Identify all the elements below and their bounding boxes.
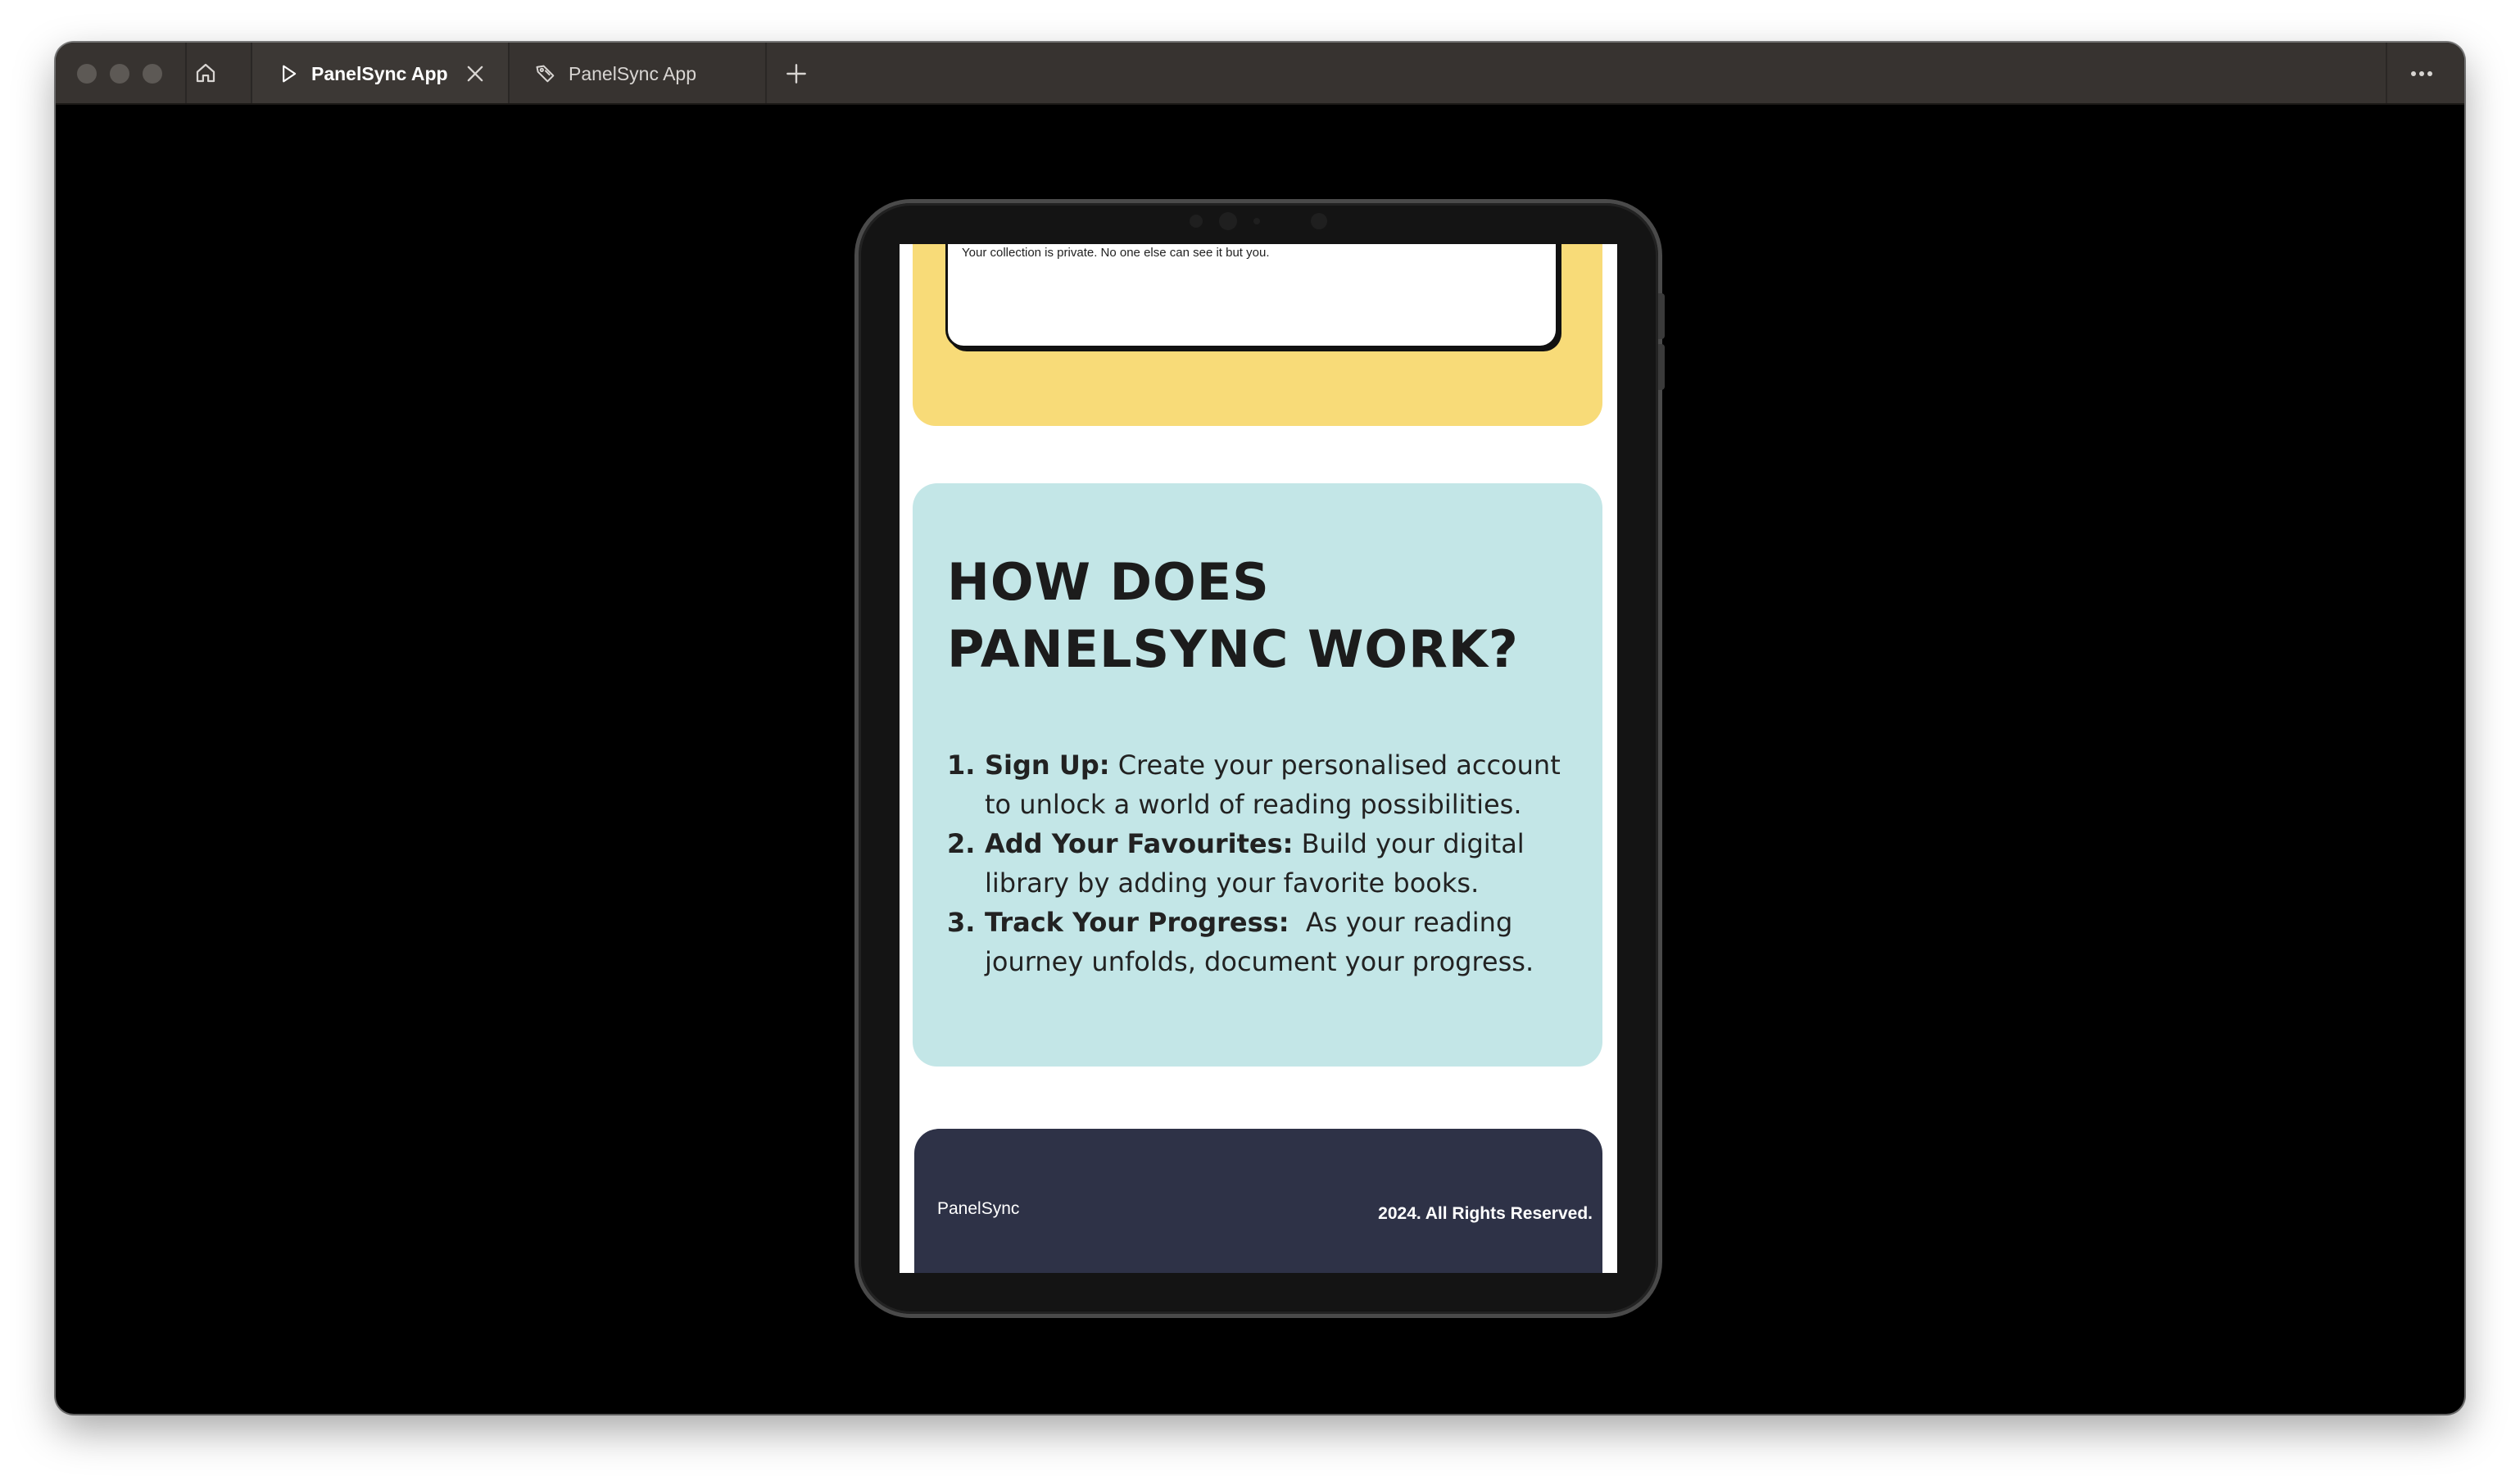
how-it-works-title: HOW DOES PANELSYNC WORK?: [947, 552, 1519, 679]
volume-up-button: [1658, 293, 1665, 339]
close-tab-icon[interactable]: [464, 62, 487, 85]
step-number: 3.: [947, 907, 976, 938]
title-bar: PanelSync App PanelSync App: [56, 43, 2464, 105]
minimize-window-button[interactable]: [110, 64, 129, 84]
step-heading: Add Your Favourites:: [985, 828, 1294, 859]
new-tab-icon[interactable]: [783, 61, 809, 87]
tag-icon: [534, 62, 557, 85]
tab-panelsync-active[interactable]: PanelSync App: [252, 43, 508, 103]
footer-copyright: 2024. All Rights Reserved.: [1378, 1204, 1593, 1223]
step-heading: Sign Up:: [985, 750, 1110, 781]
footer-brand[interactable]: PanelSync: [937, 1199, 1019, 1219]
tablet-device-frame: Your collection is private. No one else …: [859, 203, 1665, 1314]
volume-down-button: [1658, 344, 1665, 390]
privacy-note: Your collection is private. No one else …: [962, 246, 1270, 260]
privacy-card: Your collection is private. No one else …: [913, 244, 1602, 426]
more-options-icon[interactable]: [2405, 61, 2438, 87]
camera-icon: [1219, 212, 1237, 230]
steps-list: 1. Sign Up: Create your personalised acc…: [947, 745, 1586, 981]
tab-label: PanelSync App: [311, 63, 448, 84]
tab-label: PanelSync App: [569, 63, 697, 84]
app-screen[interactable]: Your collection is private. No one else …: [900, 244, 1617, 1273]
zoom-window-button[interactable]: [143, 64, 162, 84]
step-item: 1. Sign Up: Create your personalised acc…: [947, 745, 1586, 824]
tab-panelsync[interactable]: PanelSync App: [510, 43, 765, 103]
play-icon: [277, 62, 300, 85]
step-heading: Track Your Progress:: [985, 907, 1289, 938]
step-item: 3. Track Your Progress: As your reading …: [947, 903, 1586, 981]
sensor-icon: [1311, 213, 1327, 229]
how-it-works-card: HOW DOES PANELSYNC WORK? 1. Sign Up: Cre…: [913, 483, 1602, 1067]
step-number: 1.: [947, 750, 976, 781]
home-icon[interactable]: [188, 56, 223, 90]
step-item: 2. Add Your Favourites: Build your digit…: [947, 824, 1586, 903]
close-window-button[interactable]: [77, 64, 97, 84]
sensor-dot: [1253, 218, 1260, 224]
step-number: 2.: [947, 828, 976, 859]
privacy-box: [945, 244, 1558, 348]
browser-window: PanelSync App PanelSync App Your collect…: [56, 43, 2464, 1414]
site-footer: PanelSync 2024. All Rights Reserved.: [914, 1129, 1602, 1273]
sensor-icon: [1190, 215, 1203, 228]
